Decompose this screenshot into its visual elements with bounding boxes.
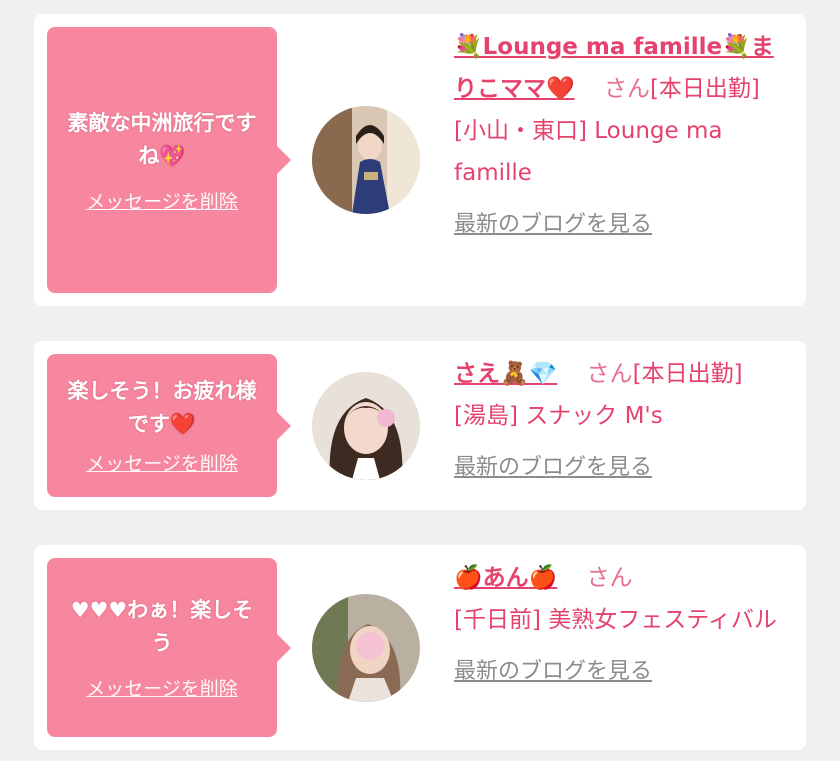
message-bubble: ♥♥♥わぁ！楽しそう メッセージを削除: [47, 558, 291, 737]
latest-blog-link[interactable]: 最新のブログを見る: [454, 204, 792, 246]
message-card: 楽しそう！お疲れ様です❤️ メッセージを削除 さえ🧸💎 さん[本日出勤] [湯島…: [34, 341, 806, 510]
latest-blog-link[interactable]: 最新のブログを見る: [454, 651, 792, 693]
work-status: [本日出勤]: [632, 361, 743, 387]
message-bubble: 素敵な中洲旅行ですね💖 メッセージを削除: [47, 27, 291, 293]
shop-info: [湯島] スナック M's: [454, 403, 663, 429]
latest-blog-link[interactable]: 最新のブログを見る: [454, 447, 792, 489]
sender-info: 💐Lounge ma famille💐まりこママ❤️ さん[本日出勤] [小山・…: [454, 26, 792, 246]
message-bubble: 楽しそう！お疲れ様です❤️ メッセージを削除: [47, 354, 291, 497]
delete-message-link[interactable]: メッセージを削除: [86, 449, 238, 476]
delete-message-link[interactable]: メッセージを削除: [86, 187, 238, 214]
avatar[interactable]: [312, 106, 420, 214]
sender-name-link[interactable]: 🍎あん🍎: [454, 565, 557, 591]
work-status: [本日出勤]: [649, 76, 760, 102]
sender-info: さえ🧸💎 さん[本日出勤] [湯島] スナック M's 最新のブログを見る: [454, 353, 792, 489]
shop-info: [千日前] 美熟女フェスティバル: [454, 607, 777, 633]
avatar-photo: [312, 106, 420, 214]
avatar-photo: [312, 594, 420, 702]
honorific: さん: [586, 565, 633, 591]
honorific: さん: [603, 76, 650, 102]
honorific: さん: [586, 361, 633, 387]
sender-info: 🍎あん🍎 さん [千日前] 美熟女フェスティバル 最新のブログを見る: [454, 557, 792, 693]
message-text: 素敵な中洲旅行ですね💖: [67, 110, 257, 168]
message-text: 楽しそう！お疲れ様です❤️: [67, 379, 257, 436]
delete-message-link[interactable]: メッセージを削除: [86, 674, 238, 701]
avatar-photo: [312, 372, 420, 480]
avatar[interactable]: [312, 372, 420, 480]
shop-info: [小山・東口] Lounge ma famille: [454, 118, 723, 186]
avatar[interactable]: [312, 594, 420, 702]
message-list: 素敵な中洲旅行ですね💖 メッセージを削除 💐Lounge ma famille💐…: [0, 0, 840, 761]
message-text: ♥♥♥わぁ！楽しそう: [70, 598, 254, 655]
message-card: ♥♥♥わぁ！楽しそう メッセージを削除 🍎あん🍎 さん [千日前] 美熟女フェス…: [34, 545, 806, 750]
message-card: 素敵な中洲旅行ですね💖 メッセージを削除 💐Lounge ma famille💐…: [34, 14, 806, 306]
sender-name-link[interactable]: さえ🧸💎: [454, 361, 557, 387]
